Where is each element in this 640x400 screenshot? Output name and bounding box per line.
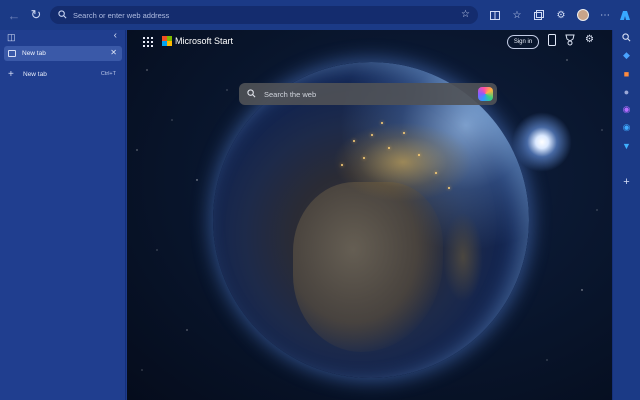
- copilot-sidebar-icon[interactable]: [614, 4, 636, 26]
- search-icon: [247, 85, 256, 103]
- toolbar-icons: ☆ ⚙ ⋯: [484, 4, 616, 26]
- copilot-icon[interactable]: [478, 87, 493, 101]
- people-icon[interactable]: ●: [621, 86, 632, 97]
- close-icon[interactable]: ✕: [110, 48, 117, 57]
- shortcut-label: Ctrl+T: [100, 71, 116, 77]
- back-arrow-icon[interactable]: ←: [3, 4, 25, 26]
- new-tab-page: Microsoft Start Sign in ⚙: [127, 30, 612, 400]
- collapse-panel-icon[interactable]: ‹: [114, 30, 117, 41]
- earth-image: [213, 62, 529, 378]
- games-icon[interactable]: ◉: [621, 104, 632, 115]
- split-screen-icon[interactable]: [484, 4, 506, 26]
- rewards-icon[interactable]: [564, 34, 576, 49]
- new-tab-button[interactable]: + New tab Ctrl+T: [4, 67, 122, 81]
- address-input[interactable]: [73, 10, 443, 20]
- profile-avatar[interactable]: [572, 4, 594, 26]
- settings-gear-icon[interactable]: ⚙: [585, 34, 594, 45]
- sign-in-button[interactable]: Sign in: [507, 35, 539, 49]
- collections-icon[interactable]: [528, 4, 550, 26]
- more-icon[interactable]: ⋯: [594, 4, 616, 26]
- tab-actions-icon[interactable]: ◫: [7, 32, 16, 43]
- shopping-tag-icon[interactable]: ◆: [621, 50, 632, 61]
- address-bar[interactable]: ☆: [50, 6, 478, 24]
- sun-flare: [512, 112, 572, 172]
- tab-label: New tab: [22, 50, 46, 57]
- search-input[interactable]: [264, 89, 464, 99]
- africa-landmass: [293, 182, 443, 352]
- avatar: [577, 9, 589, 21]
- app-launcher-icon[interactable]: [143, 37, 153, 47]
- microsoft-logo-icon: [162, 36, 172, 46]
- toolbar: ← ↻ ☆ ☆ ⚙ ⋯: [0, 0, 640, 30]
- right-sidebar: ◆ ■ ● ◉ ◉ ▼ +: [612, 30, 640, 400]
- page-icon: [8, 50, 16, 57]
- phone-icon[interactable]: [548, 34, 556, 49]
- vertical-tabs-panel: ◫ ‹ New tab ✕ + New tab Ctrl+T: [0, 30, 126, 400]
- star-icon[interactable]: ☆: [461, 9, 470, 20]
- extensions-icon[interactable]: ⚙: [550, 4, 572, 26]
- microsoft-start-logo[interactable]: Microsoft Start: [162, 36, 233, 46]
- tools-icon[interactable]: ■: [621, 68, 632, 79]
- outlook-icon[interactable]: ◉: [621, 122, 632, 133]
- brand-name: Microsoft Start: [175, 36, 234, 46]
- add-app-icon[interactable]: +: [621, 176, 632, 188]
- middle-east-landmass: [443, 212, 483, 302]
- search-icon: [58, 9, 67, 21]
- favorites-icon[interactable]: ☆: [506, 4, 528, 26]
- browser-window: ← ↻ ☆ ☆ ⚙ ⋯ ◫ ‹: [0, 0, 640, 400]
- refresh-icon[interactable]: ↻: [25, 4, 47, 26]
- tab-new-tab[interactable]: New tab ✕: [4, 46, 122, 61]
- plus-icon: +: [8, 68, 14, 80]
- tabs-panel-header: ◫ ‹: [0, 30, 125, 44]
- europe-lights: [333, 122, 473, 202]
- drop-icon[interactable]: ▼: [621, 140, 632, 151]
- sidebar-search-icon[interactable]: [621, 32, 632, 43]
- web-search-box[interactable]: [239, 83, 497, 105]
- new-tab-label: New tab: [23, 70, 47, 78]
